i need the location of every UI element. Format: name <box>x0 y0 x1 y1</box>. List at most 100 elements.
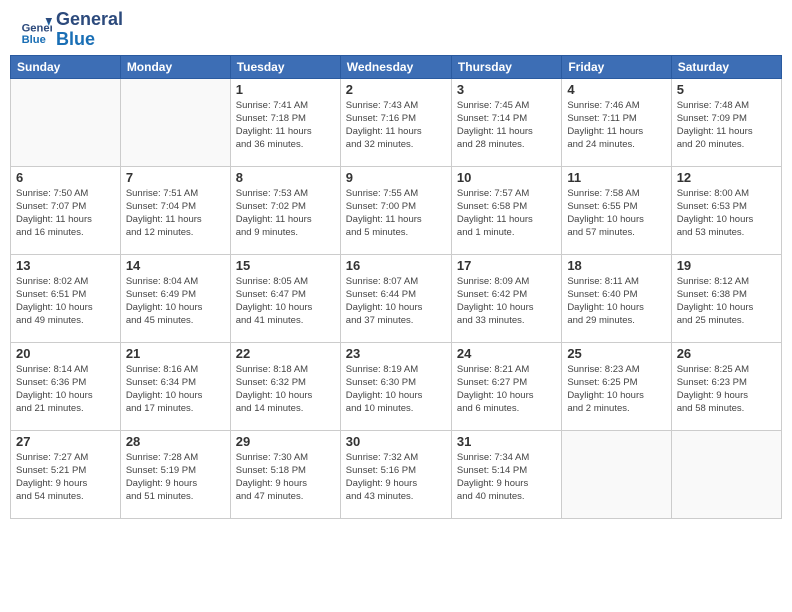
day-info: Sunrise: 8:25 AM Sunset: 6:23 PM Dayligh… <box>677 363 776 416</box>
day-info: Sunrise: 7:45 AM Sunset: 7:14 PM Dayligh… <box>457 99 556 152</box>
day-info: Sunrise: 7:46 AM Sunset: 7:11 PM Dayligh… <box>567 99 665 152</box>
day-info: Sunrise: 8:14 AM Sunset: 6:36 PM Dayligh… <box>16 363 115 416</box>
day-number: 16 <box>346 258 446 273</box>
day-number: 21 <box>126 346 225 361</box>
day-number: 4 <box>567 82 665 97</box>
calendar-cell: 13 Sunrise: 8:02 AM Sunset: 6:51 PM Dayli… <box>11 254 121 342</box>
day-info: Sunrise: 7:58 AM Sunset: 6:55 PM Dayligh… <box>567 187 665 240</box>
calendar-cell: 19Sunrise: 8:12 AM Sunset: 6:38 PM Dayli… <box>671 254 781 342</box>
day-info: Sunrise: 8:19 AM Sunset: 6:30 PM Dayligh… <box>346 363 446 416</box>
day-info: Sunrise: 7:55 AM Sunset: 7:00 PM Dayligh… <box>346 187 446 240</box>
day-info: Sunrise: 8:21 AM Sunset: 6:27 PM Dayligh… <box>457 363 556 416</box>
calendar-cell: 31 Sunrise: 7:34 AM Sunset: 5:14 PM Dayli… <box>451 430 561 518</box>
calendar-cell <box>562 430 671 518</box>
day-number: 17 <box>457 258 556 273</box>
day-info: Sunrise: 7:43 AM Sunset: 7:16 PM Dayligh… <box>346 99 446 152</box>
weekday-header: Monday <box>120 55 230 78</box>
day-number: 14 <box>126 258 225 273</box>
calendar-cell: 18 Sunrise: 8:11 AM Sunset: 6:40 PM Dayli… <box>562 254 671 342</box>
day-number: 12 <box>677 170 776 185</box>
weekday-header: Sunday <box>11 55 121 78</box>
calendar-header-row: SundayMondayTuesdayWednesdayThursdayFrid… <box>11 55 782 78</box>
day-number: 19 <box>677 258 776 273</box>
day-number: 6 <box>16 170 115 185</box>
day-number: 11 <box>567 170 665 185</box>
weekday-header: Wednesday <box>340 55 451 78</box>
calendar-cell: 24 Sunrise: 8:21 AM Sunset: 6:27 PM Dayli… <box>451 342 561 430</box>
day-number: 29 <box>236 434 335 449</box>
calendar-cell: 15Sunrise: 8:05 AM Sunset: 6:47 PM Dayli… <box>230 254 340 342</box>
calendar-cell: 20Sunrise: 8:14 AM Sunset: 6:36 PM Dayli… <box>11 342 121 430</box>
day-info: Sunrise: 8:11 AM Sunset: 6:40 PM Dayligh… <box>567 275 665 328</box>
day-info: Sunrise: 7:28 AM Sunset: 5:19 PM Dayligh… <box>126 451 225 504</box>
calendar-week-row: 1Sunrise: 7:41 AM Sunset: 7:18 PM Daylig… <box>11 78 782 166</box>
day-number: 31 <box>457 434 556 449</box>
day-info: Sunrise: 8:09 AM Sunset: 6:42 PM Dayligh… <box>457 275 556 328</box>
day-number: 3 <box>457 82 556 97</box>
calendar-cell <box>120 78 230 166</box>
calendar-week-row: 6 Sunrise: 7:50 AM Sunset: 7:07 PM Daylig… <box>11 166 782 254</box>
day-number: 7 <box>126 170 225 185</box>
calendar-cell: 12 Sunrise: 8:00 AM Sunset: 6:53 PM Dayli… <box>671 166 781 254</box>
svg-text:Blue: Blue <box>22 34 46 46</box>
day-number: 26 <box>677 346 776 361</box>
calendar-cell: 25 Sunrise: 8:23 AM Sunset: 6:25 PM Dayli… <box>562 342 671 430</box>
day-number: 22 <box>236 346 335 361</box>
day-info: Sunrise: 8:00 AM Sunset: 6:53 PM Dayligh… <box>677 187 776 240</box>
calendar-cell: 17 Sunrise: 8:09 AM Sunset: 6:42 PM Dayli… <box>451 254 561 342</box>
calendar-week-row: 27Sunrise: 7:27 AM Sunset: 5:21 PM Dayli… <box>11 430 782 518</box>
calendar-cell: 2Sunrise: 7:43 AM Sunset: 7:16 PM Daylig… <box>340 78 451 166</box>
day-number: 28 <box>126 434 225 449</box>
day-info: Sunrise: 8:04 AM Sunset: 6:49 PM Dayligh… <box>126 275 225 328</box>
day-info: Sunrise: 7:32 AM Sunset: 5:16 PM Dayligh… <box>346 451 446 504</box>
calendar-cell: 8Sunrise: 7:53 AM Sunset: 7:02 PM Daylig… <box>230 166 340 254</box>
svg-text:General: General <box>22 22 52 34</box>
calendar-cell: 3 Sunrise: 7:45 AM Sunset: 7:14 PM Daylig… <box>451 78 561 166</box>
calendar-cell: 26 Sunrise: 8:25 AM Sunset: 6:23 PM Dayli… <box>671 342 781 430</box>
page-header: General Blue General Blue <box>0 0 792 55</box>
calendar-week-row: 13 Sunrise: 8:02 AM Sunset: 6:51 PM Dayli… <box>11 254 782 342</box>
calendar-cell <box>671 430 781 518</box>
logo: General Blue General Blue <box>20 10 123 50</box>
weekday-header: Tuesday <box>230 55 340 78</box>
calendar-cell: 22 Sunrise: 8:18 AM Sunset: 6:32 PM Dayli… <box>230 342 340 430</box>
day-info: Sunrise: 7:34 AM Sunset: 5:14 PM Dayligh… <box>457 451 556 504</box>
day-info: Sunrise: 7:57 AM Sunset: 6:58 PM Dayligh… <box>457 187 556 240</box>
day-info: Sunrise: 8:02 AM Sunset: 6:51 PM Dayligh… <box>16 275 115 328</box>
logo-text-blue: Blue <box>56 30 123 50</box>
day-number: 18 <box>567 258 665 273</box>
weekday-header: Saturday <box>671 55 781 78</box>
calendar-cell: 16 Sunrise: 8:07 AM Sunset: 6:44 PM Dayli… <box>340 254 451 342</box>
day-number: 24 <box>457 346 556 361</box>
day-number: 5 <box>677 82 776 97</box>
calendar-cell: 28 Sunrise: 7:28 AM Sunset: 5:19 PM Dayli… <box>120 430 230 518</box>
day-info: Sunrise: 7:30 AM Sunset: 5:18 PM Dayligh… <box>236 451 335 504</box>
calendar-cell: 11 Sunrise: 7:58 AM Sunset: 6:55 PM Dayli… <box>562 166 671 254</box>
calendar-cell: 7 Sunrise: 7:51 AM Sunset: 7:04 PM Daylig… <box>120 166 230 254</box>
day-number: 23 <box>346 346 446 361</box>
calendar-cell: 21 Sunrise: 8:16 AM Sunset: 6:34 PM Dayli… <box>120 342 230 430</box>
day-info: Sunrise: 8:18 AM Sunset: 6:32 PM Dayligh… <box>236 363 335 416</box>
day-info: Sunrise: 8:05 AM Sunset: 6:47 PM Dayligh… <box>236 275 335 328</box>
calendar-cell: 29 Sunrise: 7:30 AM Sunset: 5:18 PM Dayli… <box>230 430 340 518</box>
calendar-week-row: 20Sunrise: 8:14 AM Sunset: 6:36 PM Dayli… <box>11 342 782 430</box>
day-number: 27 <box>16 434 115 449</box>
day-info: Sunrise: 8:07 AM Sunset: 6:44 PM Dayligh… <box>346 275 446 328</box>
day-info: Sunrise: 7:51 AM Sunset: 7:04 PM Dayligh… <box>126 187 225 240</box>
day-info: Sunrise: 8:23 AM Sunset: 6:25 PM Dayligh… <box>567 363 665 416</box>
logo-text-general: General <box>56 10 123 30</box>
calendar-cell: 9Sunrise: 7:55 AM Sunset: 7:00 PM Daylig… <box>340 166 451 254</box>
day-info: Sunrise: 8:16 AM Sunset: 6:34 PM Dayligh… <box>126 363 225 416</box>
calendar-cell: 6 Sunrise: 7:50 AM Sunset: 7:07 PM Daylig… <box>11 166 121 254</box>
calendar-cell: 27Sunrise: 7:27 AM Sunset: 5:21 PM Dayli… <box>11 430 121 518</box>
calendar-cell: 23 Sunrise: 8:19 AM Sunset: 6:30 PM Dayli… <box>340 342 451 430</box>
day-number: 13 <box>16 258 115 273</box>
day-number: 25 <box>567 346 665 361</box>
day-info: Sunrise: 7:48 AM Sunset: 7:09 PM Dayligh… <box>677 99 776 152</box>
day-number: 30 <box>346 434 446 449</box>
calendar-cell: 14 Sunrise: 8:04 AM Sunset: 6:49 PM Dayli… <box>120 254 230 342</box>
day-number: 10 <box>457 170 556 185</box>
calendar-cell: 10 Sunrise: 7:57 AM Sunset: 6:58 PM Dayli… <box>451 166 561 254</box>
day-info: Sunrise: 7:50 AM Sunset: 7:07 PM Dayligh… <box>16 187 115 240</box>
calendar-cell: 5 Sunrise: 7:48 AM Sunset: 7:09 PM Daylig… <box>671 78 781 166</box>
